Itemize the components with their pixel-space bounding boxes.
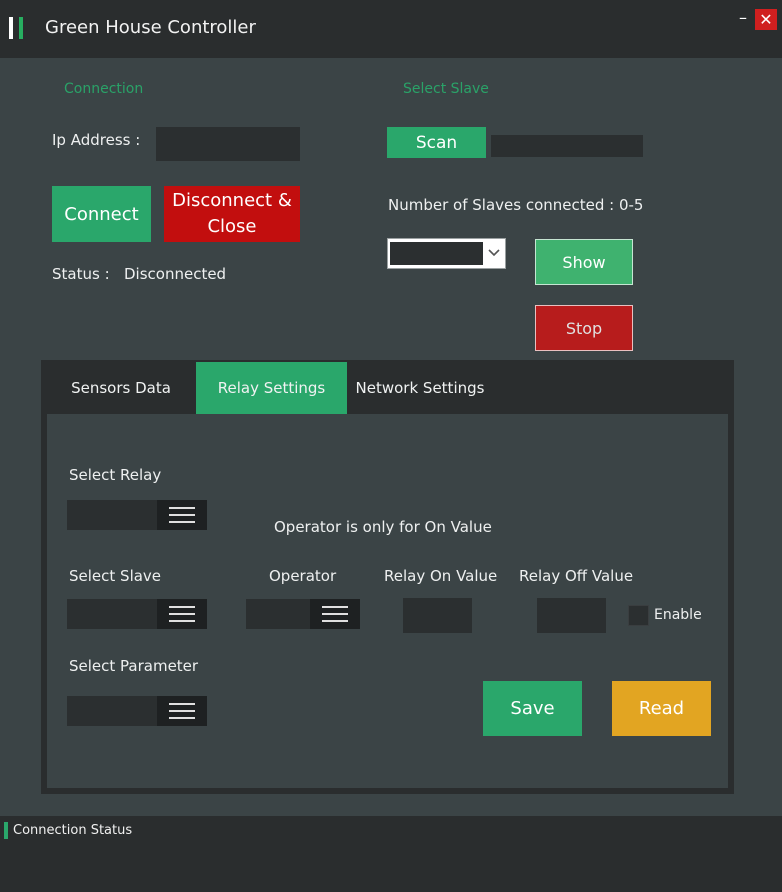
select-slave-label: Select Slave [69, 567, 162, 585]
connect-button[interactable]: Connect [52, 186, 151, 242]
relay-on-value-input[interactable] [403, 598, 472, 633]
save-button[interactable]: Save [483, 681, 582, 736]
scan-button[interactable]: Scan [387, 127, 486, 158]
select-relay-label: Select Relay [69, 466, 162, 484]
app-logo-icon [9, 17, 24, 39]
slave-dropdown[interactable] [387, 238, 506, 269]
show-button[interactable]: Show [535, 239, 633, 285]
relay-on-value-label: Relay On Value [384, 567, 498, 585]
enable-checkbox[interactable] [628, 605, 649, 626]
disconnect-label-line2: Close [207, 216, 257, 237]
operator-combo[interactable] [246, 599, 360, 629]
ip-address-input[interactable] [156, 127, 300, 161]
slave-dropdown-value [390, 242, 483, 265]
slaves-count-value: 0-5 [618, 196, 644, 214]
select-slave-section-label: Select Slave [403, 81, 489, 97]
select-relay-combo[interactable] [67, 500, 207, 530]
chevron-down-icon [486, 243, 502, 263]
status-label: Status : [52, 265, 110, 283]
connection-section-label: Connection [64, 81, 144, 97]
menu-icon [157, 500, 207, 530]
relay-off-value-input[interactable] [537, 598, 606, 633]
tab-sensors-data[interactable]: Sensors Data [47, 362, 195, 414]
select-parameter-label: Select Parameter [69, 657, 199, 675]
select-slave-combo[interactable] [67, 599, 207, 629]
close-button[interactable]: ✕ [755, 9, 777, 30]
operator-note: Operator is only for On Value [274, 518, 492, 536]
operator-label: Operator [269, 567, 337, 585]
disconnect-label-line1: Disconnect & [172, 190, 292, 211]
menu-icon [157, 599, 207, 629]
scan-result-field[interactable] [491, 135, 643, 157]
relay-off-value-label: Relay Off Value [519, 567, 634, 585]
stop-button[interactable]: Stop [535, 305, 633, 351]
read-button[interactable]: Read [612, 681, 711, 736]
slaves-count-label: Number of Slaves connected : [388, 196, 615, 214]
tab-network-settings[interactable]: Network Settings [347, 362, 493, 414]
connection-status-value: Disconnected [124, 265, 227, 283]
status-bar-text: Connection Status [13, 823, 133, 838]
status-indicator [4, 822, 8, 839]
tab-relay-settings[interactable]: Relay Settings [196, 362, 347, 414]
minimize-button[interactable]: – [736, 8, 750, 28]
ip-address-label: Ip Address : [52, 131, 141, 149]
menu-icon [157, 696, 207, 726]
window-title: Green House Controller [45, 17, 256, 38]
disconnect-close-button[interactable]: Disconnect & Close [164, 186, 300, 242]
slaves-count-row: Number of Slaves connected : 0-5 [388, 196, 643, 214]
menu-icon [310, 599, 360, 629]
enable-label: Enable [654, 607, 702, 623]
select-parameter-combo[interactable] [67, 696, 207, 726]
